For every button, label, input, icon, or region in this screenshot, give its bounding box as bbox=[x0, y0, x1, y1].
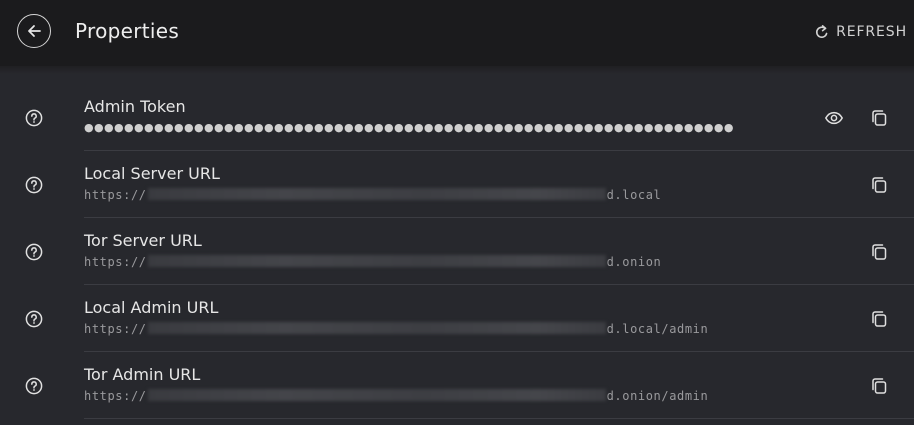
back-button[interactable] bbox=[17, 14, 51, 48]
reveal-button[interactable] bbox=[822, 106, 846, 130]
property-value: https:// d.local/admin bbox=[84, 322, 708, 336]
copy-icon bbox=[872, 244, 887, 260]
property-row-tor-server-url: Tor Server URL https:// d.onion bbox=[0, 218, 914, 285]
copy-button[interactable] bbox=[867, 307, 891, 331]
top-bar: Properties REFRESH bbox=[0, 0, 914, 66]
header-shadow bbox=[0, 66, 914, 74]
property-label: Tor Server URL bbox=[84, 231, 202, 250]
copy-button[interactable] bbox=[867, 374, 891, 398]
url-suffix: d.local bbox=[606, 188, 662, 202]
url-suffix: d.onion bbox=[606, 255, 662, 269]
help-circle-icon bbox=[25, 176, 43, 194]
property-value-masked: ●●●●●●●●●●●●●●●●●●●●●●●●●●●●●●●●●●●●●●●●… bbox=[84, 121, 734, 134]
page-title: Properties bbox=[75, 19, 180, 43]
redacted-text bbox=[147, 188, 606, 200]
arrow-left-icon bbox=[28, 25, 41, 37]
property-row-local-admin-url: Local Admin URL https:// d.local/admin bbox=[0, 285, 914, 352]
help-button[interactable] bbox=[25, 243, 43, 261]
copy-button[interactable] bbox=[867, 106, 891, 130]
refresh-icon bbox=[816, 25, 828, 38]
property-row-tor-admin-url: Tor Admin URL https:// d.onion/admin bbox=[0, 352, 914, 419]
help-circle-icon bbox=[25, 243, 43, 261]
redacted-text bbox=[147, 322, 606, 334]
help-circle-icon bbox=[25, 109, 43, 127]
eye-icon bbox=[825, 111, 843, 125]
properties-list: Admin Token ●●●●●●●●●●●●●●●●●●●●●●●●●●●●… bbox=[0, 84, 914, 419]
copy-button[interactable] bbox=[867, 240, 891, 264]
property-label: Local Admin URL bbox=[84, 298, 219, 317]
property-label: Tor Admin URL bbox=[84, 365, 201, 384]
copy-icon bbox=[872, 110, 887, 126]
property-value: https:// d.onion bbox=[84, 255, 661, 269]
refresh-label: REFRESH bbox=[836, 24, 907, 40]
copy-icon bbox=[872, 378, 887, 394]
copy-icon bbox=[872, 311, 887, 327]
url-prefix: https:// bbox=[84, 389, 147, 403]
help-circle-icon bbox=[25, 377, 43, 395]
help-button[interactable] bbox=[25, 109, 43, 127]
url-suffix: d.local/admin bbox=[606, 322, 709, 336]
property-row-admin-token: Admin Token ●●●●●●●●●●●●●●●●●●●●●●●●●●●●… bbox=[0, 84, 914, 151]
url-prefix: https:// bbox=[84, 322, 147, 336]
redacted-text bbox=[147, 255, 606, 267]
url-suffix: d.onion/admin bbox=[606, 389, 709, 403]
help-button[interactable] bbox=[25, 377, 43, 395]
property-value: https:// d.onion/admin bbox=[84, 389, 708, 403]
property-label: Admin Token bbox=[84, 97, 186, 116]
copy-button[interactable] bbox=[867, 173, 891, 197]
url-prefix: https:// bbox=[84, 188, 147, 202]
url-prefix: https:// bbox=[84, 255, 147, 269]
help-circle-icon bbox=[25, 310, 43, 328]
property-value: https:// d.local bbox=[84, 188, 661, 202]
copy-icon bbox=[872, 177, 887, 193]
help-button[interactable] bbox=[25, 310, 43, 328]
property-label: Local Server URL bbox=[84, 164, 220, 183]
property-row-local-server-url: Local Server URL https:// d.local bbox=[0, 151, 914, 218]
help-button[interactable] bbox=[25, 176, 43, 194]
refresh-button[interactable]: REFRESH bbox=[814, 20, 907, 44]
redacted-text bbox=[147, 389, 606, 401]
